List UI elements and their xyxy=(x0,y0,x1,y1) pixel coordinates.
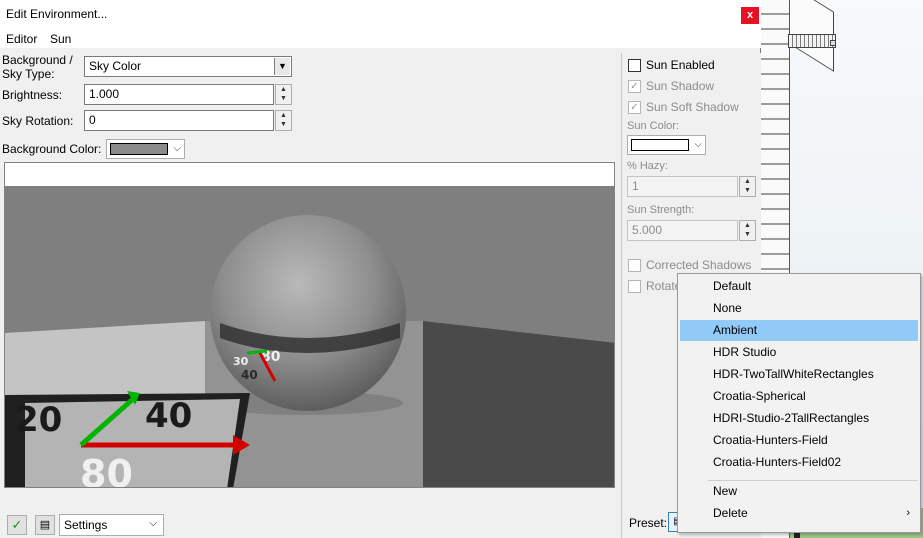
preset-menu-item[interactable]: Croatia-Spherical xyxy=(680,386,918,407)
settings-select[interactable]: Settings ⌵ xyxy=(59,514,164,536)
sun-shadow-checkbox[interactable]: ✓ xyxy=(628,80,641,93)
hazy-input[interactable]: 1 xyxy=(627,176,738,197)
preset-menu: Default None Ambient HDR Studio HDR-TwoTallW… xyxy=(677,273,921,533)
edit-environment-dialog: Edit Environment... x Editor Sun Backgro… xyxy=(0,0,761,538)
brightness-spinner[interactable]: ▲ ▼ xyxy=(275,84,292,105)
preset-menu-item[interactable]: Ambient xyxy=(680,320,918,341)
rotate-checkbox[interactable] xyxy=(628,280,641,293)
sky-rotation-input[interactable]: 0 xyxy=(84,110,274,131)
title-bar: Edit Environment... x xyxy=(0,0,761,28)
preset-menu-item-label: Croatia-Hunters-Field xyxy=(713,433,828,447)
menu-bar: Editor Sun xyxy=(0,28,761,48)
menu-sun[interactable]: Sun xyxy=(50,32,71,46)
sun-color-swatch xyxy=(631,139,689,151)
settings-dialog-icon[interactable]: ▤ xyxy=(35,515,55,535)
sun-color-label: Sun Color: xyxy=(627,120,679,132)
sun-color-picker[interactable]: ⌵ xyxy=(627,135,706,155)
preset-menu-item-label: Ambient xyxy=(713,323,758,337)
chevron-down-icon: ⌵ xyxy=(694,139,702,150)
preset-menu-item-label: HDR Studio xyxy=(713,345,777,359)
background-color-label: Background Color: xyxy=(2,142,102,156)
sun-soft-shadow-label: Sun Soft Shadow xyxy=(646,100,739,114)
hazy-spinner[interactable]: ▲ ▼ xyxy=(739,176,756,197)
window-title: Edit Environment... xyxy=(6,7,108,21)
spin-up-icon[interactable]: ▲ xyxy=(276,111,291,120)
preset-menu-item-label: Default xyxy=(713,279,752,293)
spin-down-icon[interactable]: ▼ xyxy=(276,94,291,103)
dropdown-arrow-icon: ▼ xyxy=(274,58,290,75)
menu-item-delete-label: Delete xyxy=(713,506,748,520)
hazy-value: 1 xyxy=(632,179,639,193)
preview-top-margin xyxy=(5,163,614,186)
sun-shadow-label: Sun Shadow xyxy=(646,79,715,93)
floor-dark xyxy=(423,321,614,487)
preview-render: 20 40 80 30 80 40 xyxy=(5,163,614,488)
sun-enabled-checkbox[interactable] xyxy=(628,59,641,72)
preset-menu-item[interactable]: Default xyxy=(680,276,918,297)
sun-strength-value: 5.000 xyxy=(632,223,663,237)
sphere-number-30: 30 xyxy=(233,355,249,368)
preset-menu-item[interactable]: Croatia-Hunters-Field02 xyxy=(680,452,918,473)
preset-label: Preset: xyxy=(629,516,668,530)
sun-enabled-label: Sun Enabled xyxy=(646,58,715,72)
close-button[interactable]: x xyxy=(741,7,759,24)
preset-menu-item[interactable]: HDRI-Studio-2TallRectangles xyxy=(680,408,918,429)
brightness-input[interactable]: 1.000 xyxy=(84,84,274,105)
sky-rotation-value: 0 xyxy=(89,113,96,127)
preset-menu-item[interactable]: Croatia-Hunters-Field xyxy=(680,430,918,451)
downspout xyxy=(830,40,836,46)
sphere-number-40: 40 xyxy=(241,368,258,382)
spin-up-icon[interactable]: ▲ xyxy=(740,177,755,186)
sky-rotation-spinner[interactable]: ▲ ▼ xyxy=(275,110,292,131)
menu-item-delete[interactable]: Delete › xyxy=(680,503,918,524)
sun-soft-shadow-checkbox[interactable]: ✓ xyxy=(628,101,641,114)
preset-menu-item[interactable]: HDR-TwoTallWhiteRectangles xyxy=(680,364,918,385)
sky-type-label: Background / Sky Type: xyxy=(2,53,73,81)
sky-type-select[interactable]: Sky Color ▼ xyxy=(84,56,292,77)
brightness-value: 1.000 xyxy=(89,87,120,101)
preset-menu-item[interactable]: None xyxy=(680,298,918,319)
gutter xyxy=(788,34,836,48)
spin-up-icon[interactable]: ▲ xyxy=(276,85,291,94)
chevron-down-icon: ⌵ xyxy=(173,143,181,154)
preset-menu-item-label: HDRI-Studio-2TallRectangles xyxy=(713,411,870,425)
brightness-label: Brightness: xyxy=(2,88,63,102)
preset-menu-item-label: Croatia-Spherical xyxy=(713,389,806,403)
chrome-sphere xyxy=(210,215,406,411)
menu-item-new-label: New xyxy=(713,484,738,498)
sun-strength-spinner[interactable]: ▲ ▼ xyxy=(739,220,756,241)
spin-down-icon[interactable]: ▼ xyxy=(740,230,755,239)
sky-type-value: Sky Color xyxy=(89,59,142,73)
tile-number-40: 40 xyxy=(145,396,192,436)
environment-preview[interactable]: 20 40 80 30 80 40 xyxy=(4,162,615,488)
background-color-picker[interactable]: ⌵ xyxy=(106,139,185,159)
settings-value: Settings xyxy=(64,518,108,532)
corrected-shadows-label: Corrected Shadows xyxy=(646,258,752,272)
sun-strength-input[interactable]: 5.000 xyxy=(627,220,738,241)
sun-strength-label: Sun Strength: xyxy=(627,204,695,216)
reflected-axis-green xyxy=(246,349,268,355)
menu-item-new[interactable]: New xyxy=(680,481,918,502)
preset-menu-item-label: HDR-TwoTallWhiteRectangles xyxy=(713,367,874,381)
tile-number-80: 80 xyxy=(80,452,133,488)
spin-down-icon[interactable]: ▼ xyxy=(740,186,755,195)
menu-editor[interactable]: Editor xyxy=(6,32,37,46)
preset-menu-item-label: None xyxy=(713,301,742,315)
preset-menu-item[interactable]: HDR Studio xyxy=(680,342,918,363)
spin-up-icon[interactable]: ▲ xyxy=(740,221,755,230)
background-color-swatch xyxy=(110,143,168,155)
chevron-right-icon: › xyxy=(906,507,910,519)
preset-menu-item-label: Croatia-Hunters-Field02 xyxy=(713,455,842,469)
sky-rotation-label: Sky Rotation: xyxy=(2,114,74,128)
corrected-shadows-checkbox[interactable] xyxy=(628,259,641,272)
spin-down-icon[interactable]: ▼ xyxy=(276,120,291,129)
chevron-down-icon: ⌵ xyxy=(149,518,157,529)
tile-number-20: 20 xyxy=(15,400,62,440)
checkmark-icon[interactable]: ✓ xyxy=(7,515,27,535)
hazy-label: % Hazy: xyxy=(627,160,668,172)
